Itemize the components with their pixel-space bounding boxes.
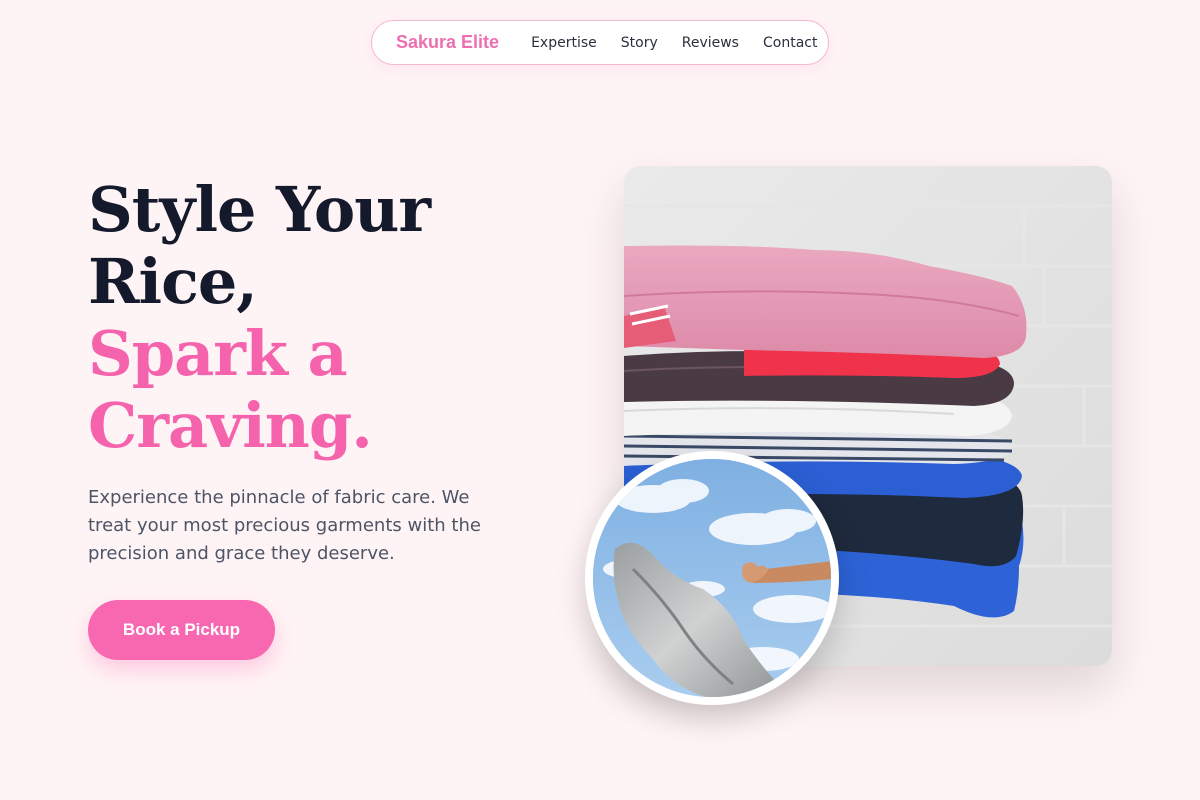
hero-description: Experience the pinnacle of fabric care. … (88, 487, 481, 564)
book-pickup-button[interactable]: Book a Pickup (88, 600, 275, 660)
brand-logo[interactable]: Sakura Elite (396, 32, 499, 53)
hero-headline: Style Your Rice, Spark a Craving. (88, 173, 431, 462)
nav-link-expertise[interactable]: Expertise (531, 35, 597, 51)
nav-link-story[interactable]: Story (621, 35, 658, 51)
headline-line-1: Style Your (88, 173, 431, 246)
nav-link-reviews[interactable]: Reviews (682, 35, 739, 51)
headline-line-2: Rice, (88, 245, 258, 318)
headline-line-4: Craving. (88, 389, 373, 462)
headline-line-3: Spark a (88, 317, 348, 390)
nav-link-contact[interactable]: Contact (763, 35, 817, 51)
sky-sheet-image (585, 451, 839, 705)
top-nav: Sakura Elite Expertise Story Reviews Con… (371, 20, 829, 65)
